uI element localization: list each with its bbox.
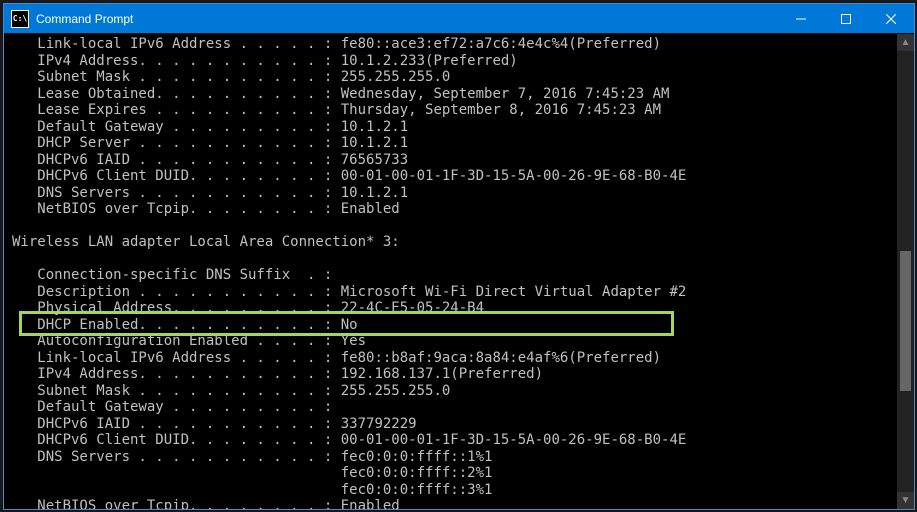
line-value: 255.255.255.0 [341, 383, 451, 399]
line-label: NetBIOS over Tcpip. . . . . . . . : [12, 201, 341, 217]
terminal-line: DHCPv6 IAID . . . . . . . . . . . : 3377… [12, 416, 897, 433]
terminal-line: IPv4 Address. . . . . . . . . . . : 10.1… [12, 53, 897, 70]
terminal-line: DNS Servers . . . . . . . . . . . : fec0… [12, 449, 897, 466]
line-value: fe80::ace3:ef72:a7c6:4e4c%4(Preferred) [341, 36, 661, 52]
line-label: Lease Expires . . . . . . . . . . : [12, 102, 341, 118]
command-prompt-window: C:\ Command Prompt Link-local IPv6 Addre… [3, 3, 915, 510]
line-label: Default Gateway . . . . . . . . . : [12, 399, 341, 415]
terminal-line: Description . . . . . . . . . . . : Micr… [12, 284, 897, 301]
line-value: fec0:0:0:ffff::3%1 [341, 482, 493, 498]
line-label: DHCPv6 IAID . . . . . . . . . . . : [12, 152, 341, 168]
terminal-line: Subnet Mask . . . . . . . . . . . : 255.… [12, 383, 897, 400]
chevron-up-icon: ▲ [901, 37, 911, 48]
terminal-output[interactable]: Link-local IPv6 Address . . . . . : fe80… [4, 34, 897, 509]
line-label: Lease Obtained. . . . . . . . . . : [12, 86, 341, 102]
scroll-up-button[interactable]: ▲ [897, 34, 914, 51]
terminal-line [12, 218, 897, 235]
line-value: 00-01-00-01-1F-3D-15-5A-00-26-9E-68-B0-4… [341, 432, 687, 448]
terminal-line: NetBIOS over Tcpip. . . . . . . . : Enab… [12, 201, 897, 218]
terminal-line: Link-local IPv6 Address . . . . . : fe80… [12, 36, 897, 53]
line-value: 192.168.137.1(Preferred) [341, 366, 543, 382]
terminal-line: fec0:0:0:ffff::2%1 [12, 465, 897, 482]
line-label: DHCPv6 IAID . . . . . . . . . . . : [12, 416, 341, 432]
line-value: 10.1.2.1 [341, 135, 408, 151]
terminal-line: Connection-specific DNS Suffix . : [12, 267, 897, 284]
line-value: Yes [341, 333, 366, 349]
terminal-line: Default Gateway . . . . . . . . . : 10.1… [12, 119, 897, 136]
terminal-line: DHCPv6 Client DUID. . . . . . . . : 00-0… [12, 168, 897, 185]
app-icon: C:\ [11, 10, 29, 28]
line-value: Enabled [341, 498, 400, 509]
line-label: Link-local IPv6 Address . . . . . : [12, 350, 341, 366]
terminal-line: Subnet Mask . . . . . . . . . . . : 255.… [12, 69, 897, 86]
terminal-line: Default Gateway . . . . . . . . . : [12, 399, 897, 416]
line-value: 255.255.255.0 [341, 69, 451, 85]
line-label [12, 482, 341, 498]
line-label: Subnet Mask . . . . . . . . . . . : [12, 383, 341, 399]
terminal-line: Lease Expires . . . . . . . . . . : Thur… [12, 102, 897, 119]
terminal-line: Physical Address. . . . . . . . . : 22-4… [12, 300, 897, 317]
scrollbar-track[interactable] [897, 51, 914, 492]
line-label: DNS Servers . . . . . . . . . . . : [12, 185, 341, 201]
line-label: DHCP Server . . . . . . . . . . . : [12, 135, 341, 151]
terminal-line: IPv4 Address. . . . . . . . . . . : 192.… [12, 366, 897, 383]
line-label: Autoconfiguration Enabled . . . . : [12, 333, 341, 349]
terminal-line [12, 251, 897, 268]
line-value: 337792229 [341, 416, 417, 432]
line-value: 76565733 [341, 152, 408, 168]
line-value: Wednesday, September 7, 2016 7:45:23 AM [341, 86, 670, 102]
line-value: 22-4C-E5-05-24-B4 [341, 300, 484, 316]
line-label [12, 465, 341, 481]
line-value: No [341, 317, 358, 333]
terminal-line: DHCPv6 Client DUID. . . . . . . . : 00-0… [12, 432, 897, 449]
line-label: IPv4 Address. . . . . . . . . . . : [12, 53, 341, 69]
terminal-line: DHCPv6 IAID . . . . . . . . . . . : 7656… [12, 152, 897, 169]
line-label: Physical Address. . . . . . . . . : [12, 300, 341, 316]
line-label: Wireless LAN adapter Local Area Connecti… [12, 234, 400, 250]
line-label: DNS Servers . . . . . . . . . . . : [12, 449, 341, 465]
terminal-area: Link-local IPv6 Address . . . . . : fe80… [4, 34, 914, 509]
line-value: fec0:0:0:ffff::2%1 [341, 465, 493, 481]
terminal-line: Wireless LAN adapter Local Area Connecti… [12, 234, 897, 251]
line-label: DHCPv6 Client DUID. . . . . . . . : [12, 432, 341, 448]
scrollbar-thumb[interactable] [900, 251, 911, 391]
terminal-line: Lease Obtained. . . . . . . . . . : Wedn… [12, 86, 897, 103]
line-value: 00-01-00-01-1F-3D-15-5A-00-26-9E-68-B0-4… [341, 168, 687, 184]
window-title: Command Prompt [36, 12, 778, 26]
terminal-line: DHCP Enabled. . . . . . . . . . . : No [12, 317, 897, 334]
line-label: Subnet Mask . . . . . . . . . . . : [12, 69, 341, 85]
maximize-button[interactable] [823, 4, 868, 33]
close-icon [886, 14, 896, 24]
terminal-line: Link-local IPv6 Address . . . . . : fe80… [12, 350, 897, 367]
line-label: IPv4 Address. . . . . . . . . . . : [12, 366, 341, 382]
line-label: Default Gateway . . . . . . . . . : [12, 119, 341, 135]
line-value: fec0:0:0:ffff::1%1 [341, 449, 493, 465]
line-label: Description . . . . . . . . . . . : [12, 284, 341, 300]
line-value: fe80::b8af:9aca:8a84:e4af%6(Preferred) [341, 350, 661, 366]
chevron-down-icon: ▼ [901, 495, 911, 506]
terminal-line: DHCP Server . . . . . . . . . . . : 10.1… [12, 135, 897, 152]
minimize-icon [796, 14, 806, 24]
line-value: 10.1.2.1 [341, 119, 408, 135]
terminal-line: NetBIOS over Tcpip. . . . . . . . : Enab… [12, 498, 897, 509]
terminal-line: DNS Servers . . . . . . . . . . . : 10.1… [12, 185, 897, 202]
terminal-line: fec0:0:0:ffff::3%1 [12, 482, 897, 499]
close-button[interactable] [868, 4, 914, 33]
titlebar[interactable]: C:\ Command Prompt [4, 4, 914, 33]
terminal-line: Autoconfiguration Enabled . . . . : Yes [12, 333, 897, 350]
line-value: Thursday, September 8, 2016 7:45:23 AM [341, 102, 661, 118]
minimize-button[interactable] [778, 4, 823, 33]
maximize-icon [841, 14, 851, 24]
line-label: Link-local IPv6 Address . . . . . : [12, 36, 341, 52]
line-value: 10.1.2.1 [341, 185, 408, 201]
line-value: Enabled [341, 201, 400, 217]
line-label: NetBIOS over Tcpip. . . . . . . . : [12, 498, 341, 509]
line-value: Microsoft Wi-Fi Direct Virtual Adapter #… [341, 284, 687, 300]
line-label: DHCPv6 Client DUID. . . . . . . . : [12, 168, 341, 184]
scroll-down-button[interactable]: ▼ [897, 492, 914, 509]
line-label: Connection-specific DNS Suffix . : [12, 267, 341, 283]
line-value: 10.1.2.233(Preferred) [341, 53, 518, 69]
line-label: DHCP Enabled. . . . . . . . . . . : [12, 317, 341, 333]
scrollbar[interactable]: ▲ ▼ [897, 34, 914, 509]
